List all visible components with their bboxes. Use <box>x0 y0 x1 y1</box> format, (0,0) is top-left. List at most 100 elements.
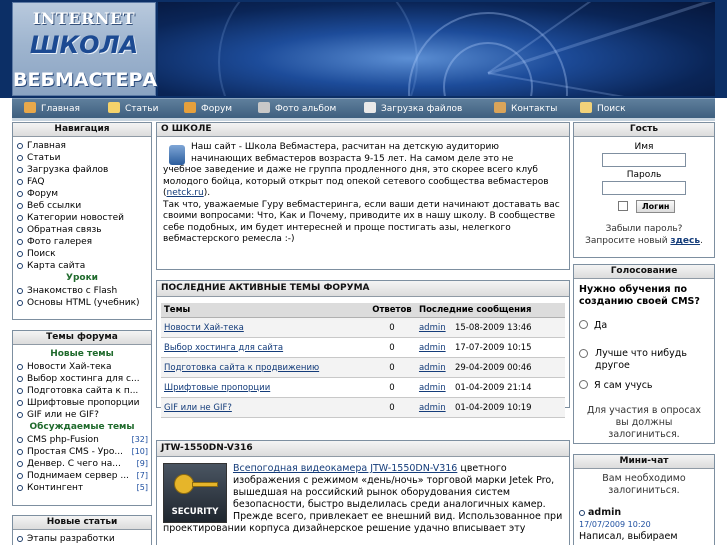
link-label: Категории новостей <box>27 213 124 223</box>
lesson-link-html[interactable]: Основы HTML (учебник) <box>13 297 151 309</box>
nav-link-forum[interactable]: Форум <box>13 188 151 200</box>
new-topic-link[interactable]: Выбор хостинга для с... <box>13 373 151 385</box>
user-link[interactable]: admin <box>419 323 446 333</box>
discussed-topic-link[interactable]: Поднимаем сервер ... [7] <box>13 470 151 482</box>
security-key-image[interactable]: SECURITY <box>163 463 227 523</box>
login-panel: Гость Имя Пароль Логин Забыли пароль? За… <box>573 122 715 258</box>
about-text: Наш сайт - Школа Вебмастера, расчитан на… <box>157 137 569 246</box>
username-input[interactable] <box>602 153 686 167</box>
topic-link[interactable]: Шрифтовые пропорции <box>164 383 270 393</box>
discussed-topic-link[interactable]: Контингент [5] <box>13 482 151 494</box>
post-date: 29-04-2009 00:46 <box>451 357 565 378</box>
about-paragraph-1-text: учебное заведение и даже не группа продл… <box>163 165 549 198</box>
lesson-link-flash[interactable]: Знакомство с Flash <box>13 285 151 297</box>
nav-link-feedback[interactable]: Обратная связь <box>13 224 151 236</box>
bullet-icon <box>17 461 23 467</box>
topic-link[interactable]: Подготовка сайта к продвижению <box>164 363 319 373</box>
link-label: Простая CMS - Уро... <box>27 447 123 457</box>
panel-title: Голосование <box>574 265 714 279</box>
nav-label: Контакты <box>511 104 558 114</box>
discussed-topic-link[interactable]: Простая CMS - Уро... [10] <box>13 446 151 458</box>
site-logo[interactable]: INTERNET ШКОЛА ВЕБМАСТЕРА <box>12 2 157 96</box>
panel-title: Темы форума <box>13 331 151 345</box>
table-row: Новости Хай-тека 0 admin 15-08-2009 13:4… <box>161 317 565 338</box>
nav-contacts[interactable]: Контакты <box>494 102 557 116</box>
discussed-topic-link[interactable]: Денвер. С чего на... [9] <box>13 458 151 470</box>
camera-article-link[interactable]: Всепогодная видеокамера JTW-1550DN-V316 <box>233 463 457 474</box>
nav-photo-album[interactable]: Фото альбом <box>258 102 336 116</box>
discussed-topic-link[interactable]: CMS php-Fusion [32] <box>13 434 151 446</box>
username-label: Имя <box>634 142 654 152</box>
nav-divider <box>12 118 715 121</box>
nav-link-downloads[interactable]: Загрузка файлов <box>13 164 151 176</box>
chat-date: 17/07/2009 10:20 <box>579 520 651 529</box>
radio-button[interactable] <box>579 320 588 329</box>
new-topic-link[interactable]: Новости Хай-тека <box>13 361 151 373</box>
link-label: CMS php-Fusion <box>27 435 99 445</box>
topic-link[interactable]: GIF или не GIF? <box>164 403 232 413</box>
link-label: Фото галерея <box>27 237 93 247</box>
nav-file-download[interactable]: Загрузка файлов <box>364 102 462 116</box>
table-row: Выбор хостинга для сайта 0 admin 17-07-2… <box>161 337 565 358</box>
user-link[interactable]: admin <box>419 403 446 413</box>
request-new-password-link[interactable]: здесь <box>670 236 700 246</box>
link-label: Новости Хай-тека <box>27 362 112 372</box>
nav-link-news-categories[interactable]: Категории новостей <box>13 212 151 224</box>
topic-link[interactable]: Выбор хостинга для сайта <box>164 343 283 353</box>
nav-label: Главная <box>41 104 80 114</box>
nav-link-articles[interactable]: Статьи <box>13 152 151 164</box>
link-label: Загрузка файлов <box>27 165 109 175</box>
nav-link-photo-gallery[interactable]: Фото галерея <box>13 236 151 248</box>
nav-articles[interactable]: Статьи <box>108 102 158 116</box>
forgot-password-text: Забыли пароль? <box>605 224 683 234</box>
new-topic-link[interactable]: Шрифтовые пропорции <box>13 397 151 409</box>
nav-home[interactable]: Главная <box>24 102 80 116</box>
radio-button[interactable] <box>579 349 588 358</box>
chat-login-note: Вам необходимо залогиниться. <box>602 473 686 496</box>
nav-link-search[interactable]: Поиск <box>13 248 151 260</box>
bullet-icon <box>17 376 23 382</box>
forum-topics-panel: Темы форума Новые темы Новости Хай-тека … <box>12 330 152 506</box>
remember-me-checkbox[interactable] <box>618 201 628 211</box>
poll-option-label: Да <box>594 320 608 331</box>
poll-option[interactable]: Лучше что нибудь другое <box>579 348 709 372</box>
user-link[interactable]: admin <box>419 363 446 373</box>
table-row: GIF или не GIF? 0 admin 01-04-2009 10:19 <box>161 397 565 418</box>
nav-label: Поиск <box>597 104 626 114</box>
header-banner-image <box>158 2 715 96</box>
topic-link[interactable]: Новости Хай-тека <box>164 323 244 333</box>
table-row: Шрифтовые пропорции 0 admin 01-04-2009 2… <box>161 377 565 398</box>
article-link[interactable]: Этапы разработки <box>13 533 151 545</box>
lessons-heading: Уроки <box>66 273 98 283</box>
chat-user-link[interactable]: admin <box>588 507 621 518</box>
netck-link[interactable]: netck.ru <box>167 188 204 198</box>
new-topic-link[interactable]: Подготовка сайта к п... <box>13 385 151 397</box>
nav-label: Фото альбом <box>275 104 337 114</box>
radio-button[interactable] <box>579 380 588 389</box>
reply-count: [5] <box>134 482 148 494</box>
bullet-icon <box>17 191 23 197</box>
nav-link-weblinks[interactable]: Веб ссылки <box>13 200 151 212</box>
link-label: Веб ссылки <box>27 201 82 211</box>
link-label: Статьи <box>27 153 61 163</box>
article-title[interactable]: JTW-1550DN-V316 <box>157 441 569 457</box>
nav-link-sitemap[interactable]: Карта сайта <box>13 260 151 272</box>
new-topic-link[interactable]: GIF или не GIF? <box>13 409 151 421</box>
user-link[interactable]: admin <box>419 383 446 393</box>
nav-search[interactable]: Поиск <box>580 102 626 116</box>
people-icon <box>184 102 196 113</box>
nav-link-main[interactable]: Главная <box>13 140 151 152</box>
reply-count: [32] <box>129 434 148 446</box>
link-label: Подготовка сайта к п... <box>27 386 139 396</box>
poll-question: Нужно обучения по созданию своей CMS? <box>579 284 700 307</box>
password-input[interactable] <box>602 181 686 195</box>
user-link[interactable]: admin <box>419 343 446 353</box>
bullet-icon <box>17 167 23 173</box>
nav-forum[interactable]: Форум <box>184 102 232 116</box>
bullet-icon <box>17 239 23 245</box>
login-button[interactable]: Логин <box>636 200 676 213</box>
poll-option[interactable]: Я сам учусь <box>579 380 709 392</box>
table-header-row: Темы Ответов Последние сообщения <box>161 303 565 318</box>
poll-option[interactable]: Да <box>579 320 709 332</box>
nav-link-faq[interactable]: FAQ <box>13 176 151 188</box>
